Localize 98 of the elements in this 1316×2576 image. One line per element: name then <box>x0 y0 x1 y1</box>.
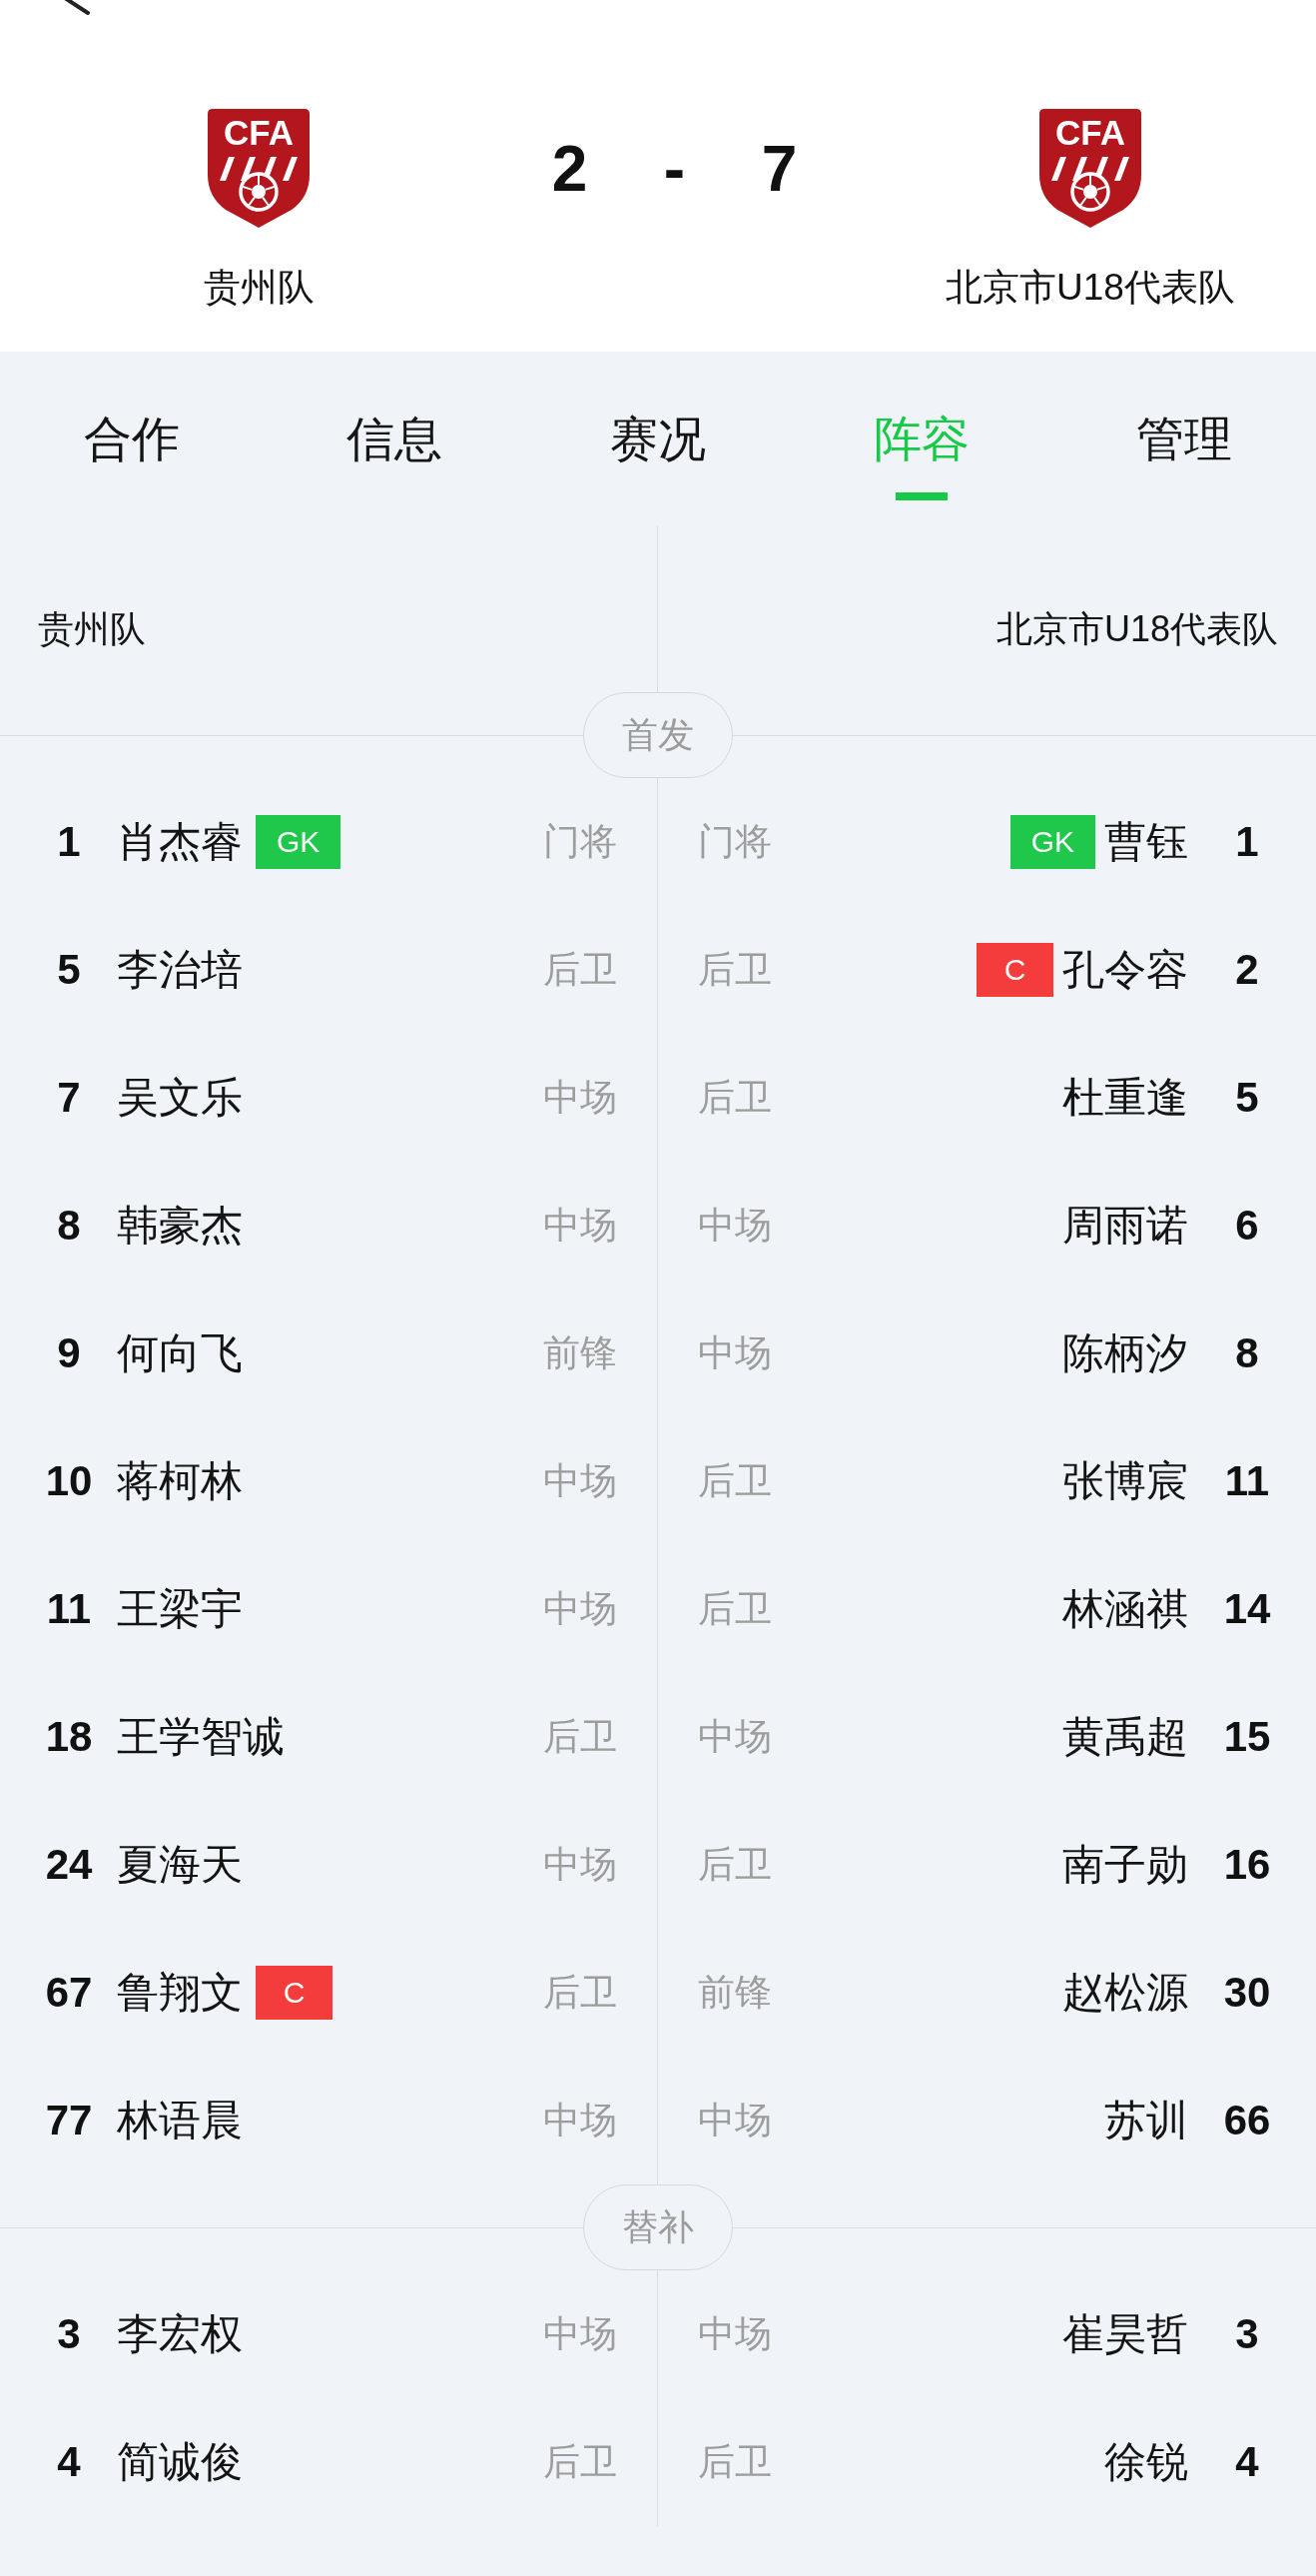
player-number: 16 <box>1222 1840 1272 1890</box>
player-number: 3 <box>56 2309 82 2359</box>
player-name: 林涵祺 <box>1062 1584 1188 1634</box>
player-number: 7 <box>56 1073 82 1123</box>
home-team-label: 贵州队 <box>38 607 146 651</box>
logo-text: CFA <box>1055 115 1125 150</box>
position-label: 前锋 <box>543 1331 617 1375</box>
player-number: 4 <box>56 2437 82 2487</box>
player-number: 14 <box>1222 1584 1272 1634</box>
position-label: 中场 <box>543 1076 617 1120</box>
player-number: 1 <box>56 817 82 867</box>
captain-tag: C <box>256 1966 332 2020</box>
position-label: 中场 <box>698 2099 772 2143</box>
player-number: 66 <box>1222 2096 1272 2146</box>
position-label: 后卫 <box>543 948 617 992</box>
player-number: 9 <box>56 1328 82 1378</box>
away-team-label: 北京市U18代表队 <box>995 607 1278 651</box>
player-name: 赵松源 <box>1062 1968 1188 2018</box>
player-number: 77 <box>44 2096 94 2146</box>
player-name: 韩豪杰 <box>117 1201 243 1251</box>
goalkeeper-tag: GK <box>256 815 341 869</box>
player-name: 吴文乐 <box>117 1073 243 1123</box>
position-label: 中场 <box>543 1843 617 1887</box>
player-number: 3 <box>1234 2309 1260 2359</box>
home-team-name: 贵州队 <box>203 266 315 310</box>
player-name: 孔令容 <box>1062 945 1188 995</box>
position-label: 中场 <box>543 1204 617 1248</box>
position-label: 后卫 <box>698 1587 772 1631</box>
position-label: 中场 <box>698 1204 772 1248</box>
player-name: 林语晨 <box>117 2096 243 2146</box>
player-name: 南子勋 <box>1062 1840 1188 1890</box>
player-name: 王学智诚 <box>117 1712 285 1762</box>
score-separator: - <box>663 132 686 205</box>
position-label: 后卫 <box>543 2440 617 2484</box>
player-name: 徐锐 <box>1104 2437 1188 2487</box>
player-number: 11 <box>45 1584 93 1634</box>
player-number: 18 <box>44 1712 94 1762</box>
position-label: 后卫 <box>698 1459 772 1503</box>
position-label: 中场 <box>698 1715 772 1759</box>
player-name: 张博宸 <box>1062 1456 1188 1506</box>
position-label: 前锋 <box>698 1971 772 2015</box>
player-name: 周雨诺 <box>1062 1201 1188 1251</box>
player-name: 黄禹超 <box>1062 1712 1188 1762</box>
away-score: 7 <box>761 132 798 205</box>
player-name: 鲁翔文 <box>117 1968 243 2018</box>
player-name: 杜重逢 <box>1062 1073 1188 1123</box>
home-score: 2 <box>551 132 588 205</box>
player-number: 5 <box>1234 1073 1260 1123</box>
position-label: 门将 <box>543 820 617 864</box>
tab[interactable]: 管理 <box>1136 410 1233 469</box>
player-name: 崔昊哲 <box>1062 2309 1188 2359</box>
player-number: 8 <box>56 1201 82 1251</box>
player-number: 5 <box>56 945 82 995</box>
position-label: 中场 <box>543 1587 617 1631</box>
player-number: 24 <box>44 1840 94 1890</box>
position-label: 后卫 <box>698 2440 772 2484</box>
position-label: 中场 <box>698 2312 772 2356</box>
player-name: 曹钰 <box>1104 817 1188 867</box>
captain-tag: C <box>977 943 1053 997</box>
away-team-name: 北京市U18代表队 <box>946 266 1235 310</box>
player-name: 简诚俊 <box>117 2437 243 2487</box>
tab[interactable]: 合作 <box>83 410 180 469</box>
player-number: 4 <box>1234 2437 1260 2487</box>
player-name: 蒋柯林 <box>117 1456 243 1506</box>
position-label: 中场 <box>543 1459 617 1503</box>
position-label: 中场 <box>698 1331 772 1375</box>
player-name: 陈柄汐 <box>1062 1328 1188 1378</box>
player-number: 15 <box>1222 1712 1272 1762</box>
tab[interactable]: 信息 <box>346 410 443 469</box>
section-label: 替补 <box>583 2184 733 2270</box>
player-name: 肖杰睿 <box>117 817 243 867</box>
player-name: 王梁宇 <box>117 1584 243 1634</box>
back-icon[interactable] <box>62 0 92 16</box>
player-number: 10 <box>44 1456 94 1506</box>
position-label: 中场 <box>543 2312 617 2356</box>
player-number: 11 <box>1223 1456 1271 1506</box>
goalkeeper-tag: GK <box>1009 815 1095 869</box>
position-label: 后卫 <box>543 1715 617 1759</box>
player-number: 2 <box>1234 945 1260 995</box>
player-name: 苏训 <box>1104 2096 1188 2146</box>
section-label: 首发 <box>583 692 733 778</box>
logo-text: CFA <box>224 115 294 150</box>
player-name: 夏海天 <box>117 1840 243 1890</box>
tab[interactable]: 赛况 <box>610 410 706 469</box>
position-label: 后卫 <box>698 1843 772 1887</box>
player-name: 李治培 <box>117 945 243 995</box>
player-name: 何向飞 <box>117 1328 243 1378</box>
player-number: 67 <box>44 1968 94 2018</box>
player-number: 30 <box>1222 1968 1272 2018</box>
position-label: 后卫 <box>698 948 772 992</box>
player-name: 李宏权 <box>117 2309 243 2359</box>
position-label: 后卫 <box>698 1076 772 1120</box>
player-number: 1 <box>1234 817 1260 867</box>
position-label: 后卫 <box>543 1971 617 2015</box>
position-label: 中场 <box>543 2099 617 2143</box>
player-number: 8 <box>1234 1328 1260 1378</box>
player-number: 6 <box>1234 1201 1260 1251</box>
position-label: 门将 <box>698 820 772 864</box>
